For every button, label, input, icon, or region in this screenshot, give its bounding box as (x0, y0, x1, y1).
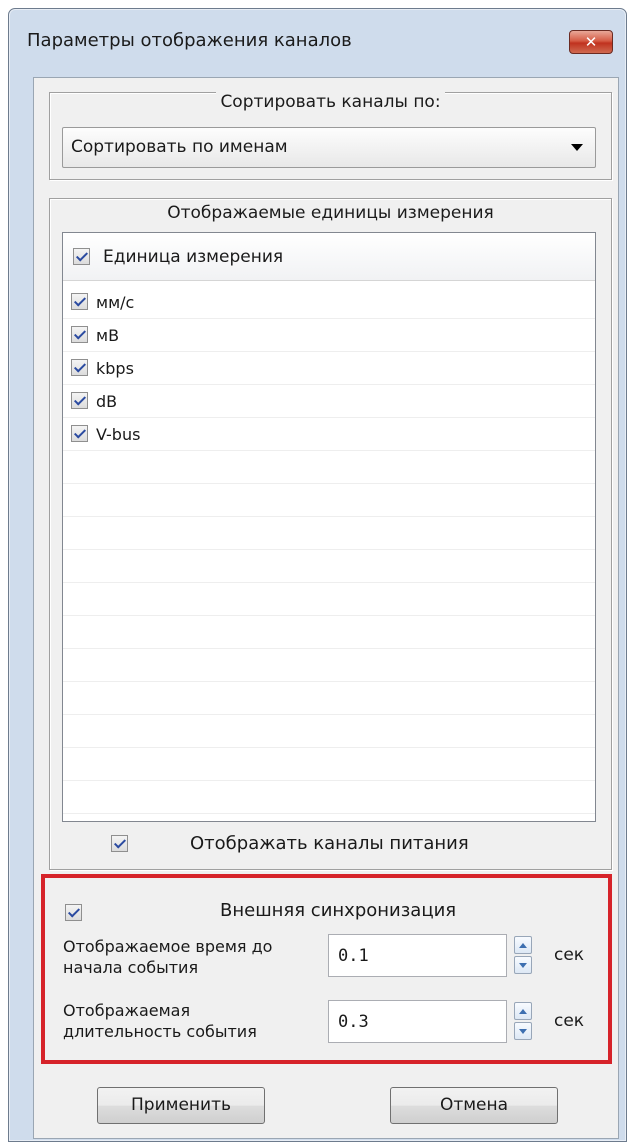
units-list-header[interactable]: Единица измерения (63, 233, 595, 281)
power-channels-option[interactable]: Отображать каналы питания (62, 822, 596, 866)
pre-event-label: Отображаемое время до начала события (63, 936, 272, 978)
window-title: Параметры отображения каналов (27, 30, 352, 51)
pre-event-spinner[interactable] (514, 936, 534, 975)
arrow-up-icon (519, 942, 527, 948)
unit-checkbox[interactable] (71, 392, 88, 409)
pre-event-label-line2: начала события (63, 958, 199, 977)
list-item[interactable]: мВ (63, 319, 595, 352)
units-group-title: Отображаемые единицы измерения (49, 203, 612, 223)
list-item[interactable]: мм/с (63, 286, 595, 319)
arrow-down-icon (519, 1028, 527, 1034)
apply-button[interactable]: Применить (97, 1087, 265, 1124)
empty-row (63, 649, 595, 682)
arrow-up-icon (519, 1008, 527, 1014)
pre-event-input[interactable]: 0.1 (328, 934, 507, 977)
pre-event-unit: сек (554, 945, 585, 965)
sort-combobox[interactable]: Сортировать по именам (62, 127, 596, 168)
spin-down-button[interactable] (514, 956, 532, 974)
pre-event-label-line1: Отображаемое время до (63, 937, 273, 956)
unit-label: dB (96, 392, 118, 411)
chevron-down-icon[interactable] (571, 144, 583, 151)
unit-label: мВ (96, 326, 120, 345)
empty-row (63, 748, 595, 781)
sort-combobox-value: Сортировать по именам (71, 137, 288, 157)
empty-row (63, 517, 595, 550)
unit-checkbox[interactable] (71, 326, 88, 343)
power-channels-checkbox[interactable] (111, 835, 128, 852)
empty-row (63, 781, 595, 814)
duration-label-line2: длительность события (63, 1022, 257, 1041)
select-all-checkbox[interactable] (73, 248, 90, 265)
unit-label: мм/с (96, 293, 135, 312)
spin-up-button[interactable] (514, 1002, 532, 1020)
sync-group: Внешняя синхронизация Отображаемое время… (41, 874, 612, 1064)
units-header-label: Единица измерения (103, 247, 284, 267)
list-item[interactable]: dB (63, 385, 595, 418)
duration-label-line1: Отображаемая (63, 1001, 191, 1020)
empty-row (63, 550, 595, 583)
spin-up-button[interactable] (514, 936, 532, 954)
sort-group-title: Сортировать каналы по: (49, 92, 612, 112)
empty-row (63, 451, 595, 484)
units-listbox[interactable]: Единица измерения мм/с мВ kbps dB V-bus (62, 232, 596, 822)
close-button[interactable]: ✕ (569, 30, 613, 54)
empty-row (63, 484, 595, 517)
empty-row (63, 616, 595, 649)
empty-row (63, 682, 595, 715)
duration-spinner[interactable] (514, 1002, 534, 1041)
list-item[interactable]: V-bus (63, 418, 595, 451)
cancel-button[interactable]: Отмена (390, 1087, 558, 1124)
arrow-down-icon (519, 962, 527, 968)
empty-row (63, 583, 595, 616)
power-channels-label: Отображать каналы питания (190, 833, 469, 854)
sync-label: Внешняя синхронизация (220, 900, 457, 921)
unit-label: kbps (96, 359, 134, 378)
list-item[interactable]: kbps (63, 352, 595, 385)
unit-label: V-bus (96, 425, 141, 444)
unit-checkbox[interactable] (71, 359, 88, 376)
close-icon: ✕ (584, 33, 598, 51)
unit-checkbox[interactable] (71, 293, 88, 310)
duration-input[interactable]: 0.3 (328, 1000, 507, 1043)
empty-row (63, 715, 595, 748)
unit-checkbox[interactable] (71, 425, 88, 442)
duration-label: Отображаемая длительность события (63, 1000, 257, 1042)
sync-checkbox[interactable] (65, 904, 82, 921)
spin-down-button[interactable] (514, 1022, 532, 1040)
duration-unit: сек (554, 1011, 585, 1031)
